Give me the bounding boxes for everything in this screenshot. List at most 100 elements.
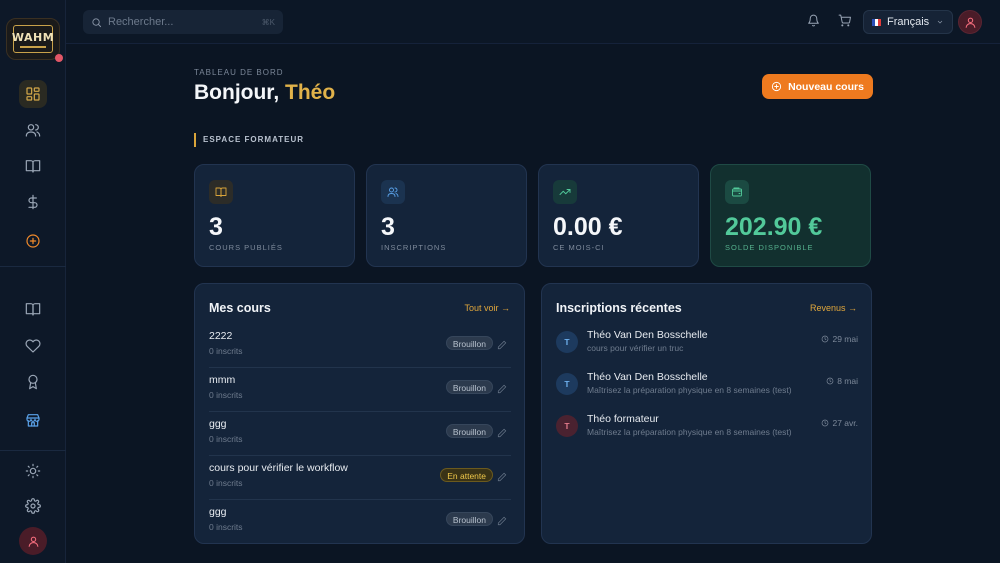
chevron-down-icon [937, 20, 943, 24]
view-all-link[interactable]: Tout voir → [464, 303, 510, 313]
sidebar-item-settings[interactable] [19, 492, 47, 520]
search-icon [92, 17, 102, 27]
language-select[interactable]: Français [863, 10, 953, 34]
wallet-icon [732, 187, 742, 197]
stat-label: SOLDE DISPONIBLE [725, 243, 814, 252]
user-name: Théo [285, 81, 336, 104]
sidebar-item-library[interactable] [19, 295, 47, 323]
pencil-icon [497, 516, 507, 526]
sidebar-item-users[interactable] [19, 116, 47, 144]
stat-card-this-month: 0.00 € CE MOIS-CI [538, 164, 699, 267]
bell-icon [808, 14, 819, 27]
status-badge: Brouillon [445, 380, 493, 394]
revenue-link[interactable]: Revenus → [810, 303, 857, 313]
recent-enrollments-panel: Inscriptions récentes Revenus → T Théo V… [541, 283, 872, 544]
book-icon [215, 187, 227, 197]
course-row[interactable]: cours pour vérifier le workflow 0 inscri… [209, 456, 511, 500]
avatar: T [556, 331, 578, 353]
clock-icon [826, 377, 834, 385]
search-placeholder: Rechercher... [108, 16, 174, 28]
dashboard-icon [26, 87, 40, 101]
sidebar-item-store[interactable] [19, 406, 47, 434]
edit-button[interactable] [497, 469, 507, 482]
france-flag-icon [872, 18, 881, 26]
my-courses-panel: Mes cours Tout voir → 2222 0 inscrits Br… [194, 283, 525, 544]
sidebar-item-dashboard[interactable] [19, 80, 47, 108]
stat-card-courses: 3 COURS PUBLIÉS [194, 164, 355, 267]
notifications-button[interactable] [807, 14, 823, 30]
user-icon [28, 536, 38, 547]
status-badge: Brouillon [445, 424, 493, 438]
sidebar-item-favorites[interactable] [19, 332, 47, 360]
plus-circle-icon [771, 81, 782, 92]
avatar: T [556, 373, 578, 395]
sidebar: WAHM [0, 0, 66, 563]
course-row[interactable]: ggg 0 inscrits Brouillon [209, 412, 511, 456]
sidebar-item-courses[interactable] [19, 152, 47, 180]
stat-card-balance: 202.90 € SOLDE DISPONIBLE [710, 164, 871, 267]
gear-icon [25, 498, 41, 514]
sidebar-item-create[interactable] [19, 227, 47, 255]
store-icon [26, 414, 40, 427]
heart-icon [25, 339, 41, 353]
section-label: ESPACE FORMATEUR [194, 133, 304, 147]
sun-icon [25, 463, 41, 479]
stat-value: 3 [209, 213, 223, 241]
edit-button[interactable] [497, 381, 507, 394]
app-logo[interactable]: WAHM [6, 18, 60, 60]
breadcrumb: TABLEAU DE BORD [194, 68, 284, 77]
stat-label: COURS PUBLIÉS [209, 243, 283, 252]
course-row[interactable]: mmm 0 inscrits Brouillon [209, 368, 511, 412]
users-icon [25, 124, 41, 137]
language-label: Français [887, 16, 930, 28]
pencil-icon [497, 472, 507, 482]
clock-icon [822, 335, 829, 343]
stat-value: 202.90 € [725, 213, 823, 241]
pencil-icon [497, 384, 507, 394]
panel-title: Inscriptions récentes [556, 301, 682, 315]
edit-button[interactable] [497, 337, 507, 350]
new-course-button[interactable]: Nouveau cours [762, 74, 873, 99]
plus-circle-icon [26, 234, 40, 248]
notification-dot [55, 54, 63, 62]
stat-label: CE MOIS-CI [553, 243, 605, 252]
clock-icon [822, 419, 829, 427]
cart-icon [838, 14, 851, 27]
sidebar-user-avatar[interactable] [19, 527, 47, 555]
avatar: T [556, 415, 578, 437]
users-icon [387, 187, 399, 197]
sidebar-item-revenue[interactable] [19, 188, 47, 216]
course-row[interactable]: 2222 0 inscrits Brouillon [209, 324, 511, 368]
user-icon [965, 17, 975, 28]
dollar-icon [28, 194, 38, 210]
search-input[interactable]: Rechercher... ⌘K [83, 10, 283, 34]
page-title: Bonjour, Théo [194, 81, 336, 104]
logo-text: WAHM [11, 30, 55, 44]
award-icon [28, 374, 38, 390]
pencil-icon [497, 428, 507, 438]
user-avatar[interactable] [958, 10, 982, 34]
cart-button[interactable] [838, 14, 854, 30]
book-icon [25, 160, 41, 173]
status-badge: Brouillon [445, 512, 493, 526]
status-badge: Brouillon [445, 336, 493, 350]
pencil-icon [497, 340, 507, 350]
stat-card-enrollments: 3 INSCRIPTIONS [366, 164, 527, 267]
panel-title: Mes cours [209, 301, 271, 315]
sidebar-item-theme[interactable] [19, 457, 47, 485]
edit-button[interactable] [497, 513, 507, 526]
book-open-icon [25, 303, 41, 316]
stat-value: 3 [381, 213, 395, 241]
list-item[interactable]: T Théo Van Den Bosschelle cours pour vér… [556, 327, 858, 363]
status-badge: En attente [440, 468, 493, 482]
stat-value: 0.00 € [553, 213, 623, 241]
list-item[interactable]: T Théo Van Den Bosschelle Maîtrisez la p… [556, 369, 858, 405]
stat-label: INSCRIPTIONS [381, 243, 447, 252]
list-item[interactable]: T Théo formateur Maîtrisez la préparatio… [556, 411, 858, 447]
topbar: Rechercher... ⌘K Français [66, 0, 1000, 44]
trending-up-icon [559, 189, 571, 195]
course-row[interactable]: ggg 0 inscrits Brouillon [209, 500, 511, 544]
edit-button[interactable] [497, 425, 507, 438]
search-shortcut: ⌘K [261, 17, 275, 27]
sidebar-item-certificates[interactable] [19, 368, 47, 396]
